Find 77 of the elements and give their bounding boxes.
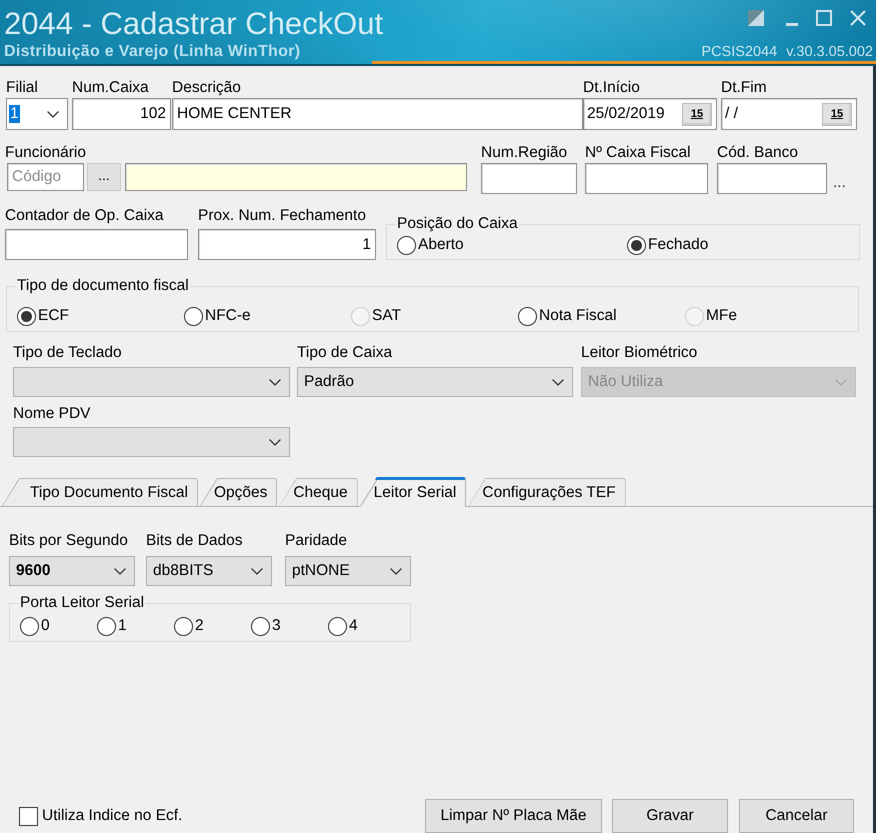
lookup-link[interactable]: ...	[833, 174, 846, 192]
chevron-down-icon	[269, 438, 281, 446]
input-field[interactable]	[717, 163, 827, 194]
field-label: Num.Região	[481, 144, 568, 162]
dropdown[interactable]: ptNONE	[285, 556, 411, 586]
field-label: Paridade	[285, 532, 348, 550]
field-label: Dt.Início	[583, 79, 640, 97]
close-icon[interactable]	[850, 10, 866, 26]
version-label: v.30.3.05.002	[786, 44, 873, 61]
dropdown[interactable]: 9600	[9, 556, 135, 586]
program-code: PCSIS2044	[701, 44, 778, 61]
window-subtitle: Distribuição e Varejo (Linha WinThor)	[3, 43, 300, 61]
chevron-down-icon	[47, 110, 59, 118]
input-field[interactable]: 1	[198, 229, 376, 260]
save-button[interactable]: Gravar	[612, 799, 728, 833]
date-field[interactable]: 25/02/2019 15	[583, 98, 717, 130]
tab[interactable]: Opções	[200, 478, 278, 506]
chevron-down-icon	[114, 568, 126, 574]
field-label: Leitor Biométrico	[581, 344, 698, 362]
field-label: Contador de Op. Caixa	[5, 207, 164, 225]
tab[interactable]: Cheque	[279, 478, 358, 506]
half-filled-square-icon[interactable]	[748, 10, 764, 26]
input-field[interactable]: Código	[7, 163, 84, 191]
radio-button[interactable]: 1	[97, 616, 174, 636]
field-label: Funcionário	[5, 144, 86, 162]
field-label: Cód. Banco	[717, 144, 798, 162]
radio-button[interactable]: 0	[20, 616, 97, 636]
radio-button[interactable]: Fechado	[627, 235, 857, 255]
field-label: Dt.Fim	[721, 79, 767, 97]
chevron-down-icon	[269, 378, 281, 386]
dropdown[interactable]: db8BITS	[146, 556, 272, 586]
input-field[interactable]	[5, 229, 188, 260]
dropdown[interactable]	[13, 367, 290, 397]
field-label: Prox. Num. Fechamento	[198, 207, 366, 225]
clear-button[interactable]: Limpar Nº Placa Mãe	[425, 799, 602, 833]
chevron-down-icon	[251, 568, 263, 574]
field-label: Tipo de Teclado	[13, 344, 122, 362]
radio-button[interactable]: ECF	[17, 306, 184, 326]
maximize-icon[interactable]	[816, 10, 832, 26]
date-field[interactable]: / / 15	[721, 98, 857, 130]
tab[interactable]: Tipo Documento Fiscal	[2, 478, 198, 506]
input-field[interactable]	[585, 163, 708, 194]
tab[interactable]: Leitor Serial	[360, 477, 466, 507]
text-field[interactable]: HOME CENTER	[172, 98, 583, 130]
radio-button[interactable]: 2	[174, 616, 251, 636]
text-field[interactable]: 102	[72, 98, 171, 130]
checkbox-option[interactable]: Utiliza Indice no Ecf.	[19, 806, 182, 826]
chevron-down-icon	[835, 378, 847, 386]
field-label: Num.Caixa	[72, 79, 149, 97]
dropdown[interactable]: Padrão	[297, 367, 573, 397]
window-title: 2044 - Cadastrar CheckOut	[4, 6, 384, 41]
group-title: Tipo de documento fiscal	[16, 278, 190, 294]
field-label: Descrição	[172, 79, 241, 97]
calendar-button[interactable]: 15	[682, 102, 712, 126]
radio-button[interactable]: NFC-e	[184, 306, 351, 326]
group-title: Posição do Caixa	[396, 216, 519, 232]
field-label: Bits por Segundo	[9, 532, 128, 550]
tab[interactable]: Configurações TEF	[468, 478, 626, 506]
input-field[interactable]	[125, 163, 467, 191]
field-label: Bits de Dados	[146, 532, 242, 550]
dropdown[interactable]	[13, 427, 290, 457]
radio-button[interactable]: 3	[251, 616, 328, 636]
radio-button[interactable]: 4	[328, 616, 405, 636]
dropdown[interactable]: 1	[6, 98, 68, 130]
group-title: Porta Leitor Serial	[19, 595, 146, 611]
field-label: Nº Caixa Fiscal	[585, 144, 691, 162]
field-label: Filial	[6, 79, 38, 97]
field-label: Nome PDV	[13, 405, 91, 423]
cancel-button[interactable]: Cancelar	[739, 799, 854, 833]
input-field[interactable]	[481, 163, 577, 194]
calendar-button[interactable]: 15	[822, 102, 852, 126]
chevron-down-icon	[390, 568, 402, 574]
radio-button[interactable]: Aberto	[397, 235, 627, 255]
chevron-down-icon	[552, 378, 564, 386]
lookup-button[interactable]: ...	[87, 163, 121, 191]
radio-button[interactable]: Nota Fiscal	[518, 306, 685, 326]
field-label: Tipo de Caixa	[297, 344, 392, 362]
